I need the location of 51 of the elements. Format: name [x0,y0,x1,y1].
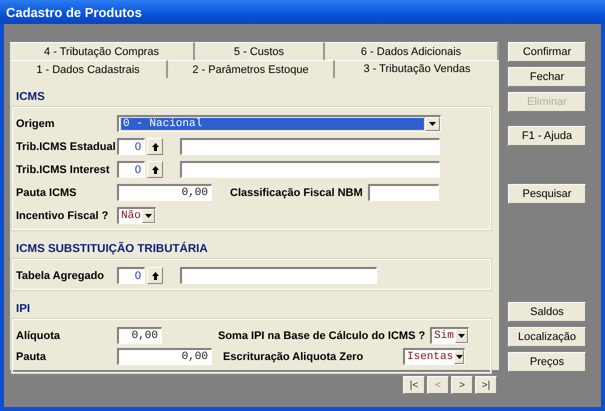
action-button[interactable]: Confirmar [508,42,586,62]
field-label: Trib.ICMS Estadual [16,140,117,152]
field-label: Tabela Agregado [16,270,106,282]
field-label: Incentivo Fiscal ? [16,210,110,222]
dropdown[interactable]: Não [117,207,156,224]
action-button[interactable]: Fechar [508,67,586,87]
field-label: Alíquota [16,330,61,342]
lookup-button[interactable] [147,267,163,284]
action-button[interactable]: Localização [508,327,586,347]
up-arrow-icon [152,142,158,150]
description-field[interactable] [180,267,377,284]
action-button[interactable]: Saldos [508,302,586,322]
tab[interactable]: 6 - Dados Adicionais [325,42,499,60]
up-arrow-icon [152,272,158,280]
dropdown[interactable]: 0 - Nacional [117,115,441,132]
field-label: Origem [16,118,56,130]
tab[interactable]: 4 - Tributação Compras [10,42,195,60]
action-button[interactable]: F1 - Ajuda [508,126,586,146]
navigation-button[interactable]: |< [403,376,425,394]
dropdown[interactable]: Sim [430,327,469,344]
section-heading: ICMS [15,90,46,105]
action-button[interactable]: Preços [508,352,586,372]
tab[interactable]: 1 - Dados Cadastrais [10,60,168,78]
number-field[interactable]: 0,00 [117,348,212,365]
field-label: Trib.ICMS Interest [16,164,111,176]
navigation-button[interactable]: > [451,376,473,394]
code-field[interactable]: 0 [117,138,145,155]
dropdown[interactable]: Isentas [403,348,465,365]
lookup-button[interactable] [147,161,163,178]
text-field[interactable] [368,184,439,201]
tab[interactable]: 5 - Custos [195,42,325,60]
description-field[interactable] [180,138,440,155]
section-heading: ICMS SUBSTITUIÇÃO TRIBUTÁRIA [15,240,209,257]
section-heading: IPI [15,302,32,317]
field-label: Soma IPI na Base de Cálculo do ICMS ? [218,330,426,342]
field-label: Escrituração Aliquota Zero [223,350,364,362]
code-field[interactable]: 0 [117,267,145,284]
field-label: Pauta ICMS [16,186,78,198]
navigation-button[interactable]: >| [475,376,497,394]
lookup-button[interactable] [147,138,163,155]
code-field[interactable]: 0 [117,161,145,178]
field-label: Classificação Fiscal NBM [230,186,364,198]
tab[interactable]: 3 - Tributação Vendas [335,60,499,79]
description-field[interactable] [180,161,440,178]
tab[interactable]: 2 - Parâmetros Estoque [168,60,335,78]
number-field[interactable]: 0,00 [117,327,162,344]
field-label: Pauta [16,350,47,362]
up-arrow-icon [152,166,158,174]
action-button[interactable]: Pesquisar [508,184,586,204]
window-title: Cadastro de Produtos [6,4,142,20]
number-field[interactable]: 0,00 [117,184,212,201]
